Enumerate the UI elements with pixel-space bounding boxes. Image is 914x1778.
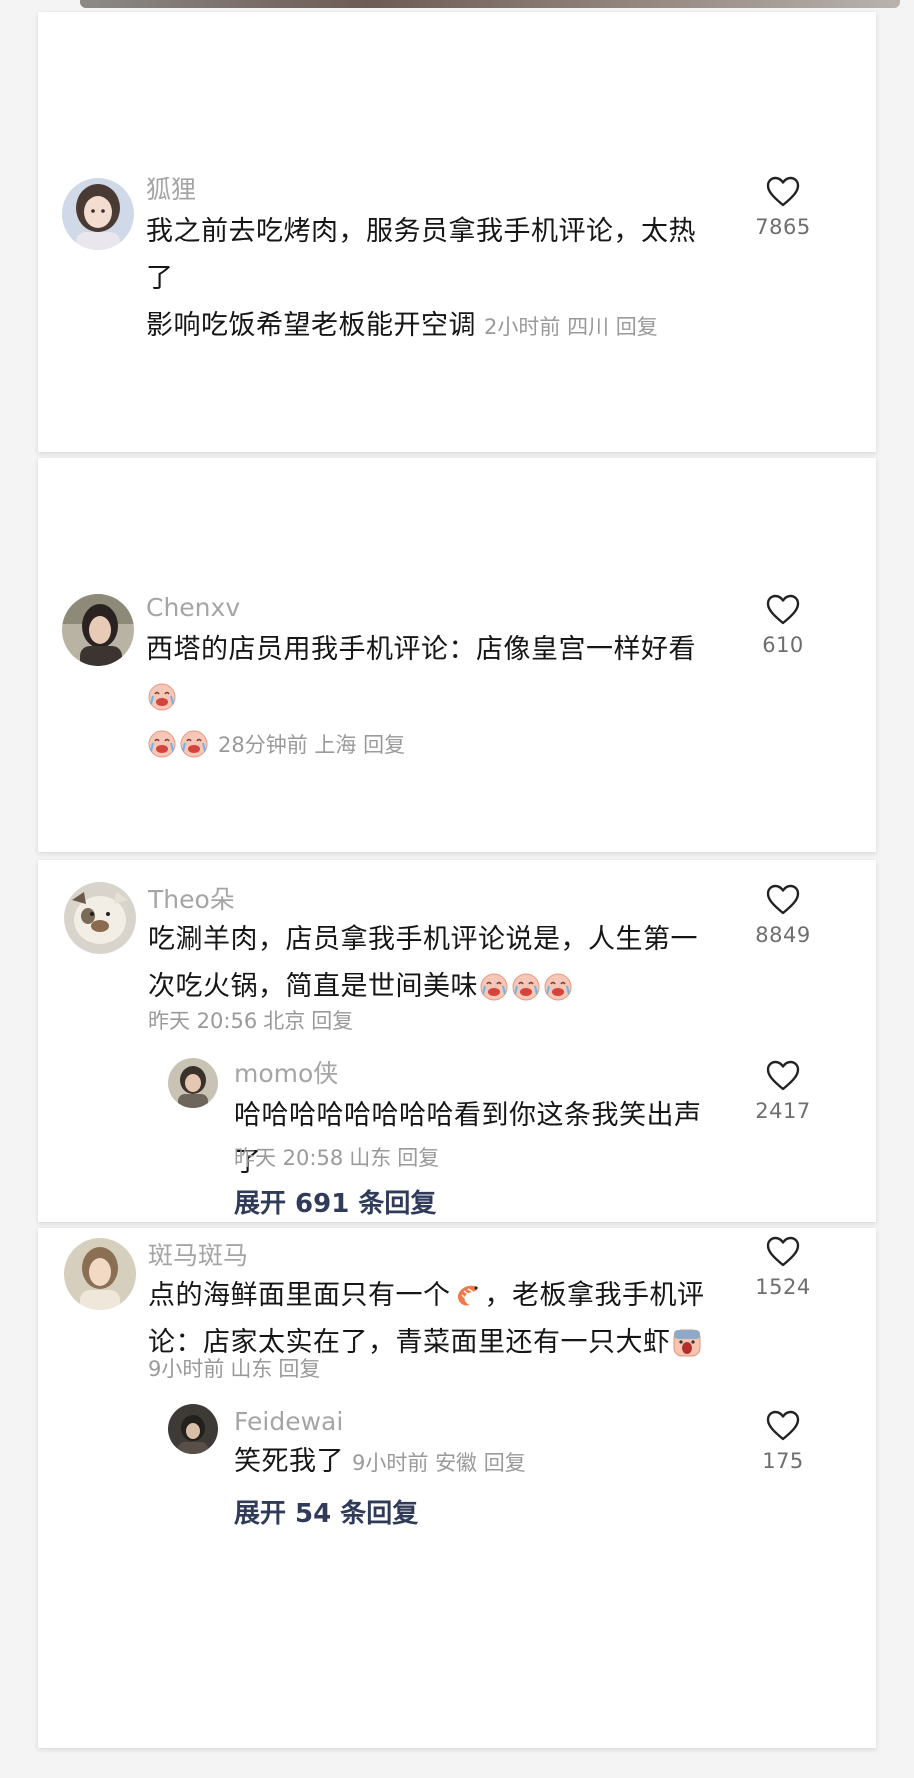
- comment-feed: 狐狸 我之前去吃烤肉，服务员拿我手机评论，太热了 影响吃饭希望老板能开空调 2小时…: [0, 0, 914, 1778]
- comment-time: 昨天 20:58: [234, 1146, 344, 1170]
- heart-icon: [766, 176, 800, 207]
- comment-text-line: 28分钟前 上海 回复: [146, 720, 726, 769]
- bulldog-avatar-icon: [64, 882, 136, 954]
- avatar[interactable]: [168, 1058, 218, 1108]
- comment-time: 2小时前: [484, 315, 561, 339]
- reply-button[interactable]: 回复: [278, 1357, 320, 1381]
- like-button[interactable]: 7865: [738, 176, 828, 241]
- previous-image-strip: [80, 0, 900, 8]
- reply-avatar-icon: [168, 1404, 218, 1454]
- comment-text-part: ，老板拿我手机评: [484, 1280, 705, 1311]
- comment-text-part: 西塔的店员用我手机评论：店像皇宫一样好看: [146, 634, 696, 665]
- crying-laugh-emoji-icon: [480, 973, 508, 1001]
- like-count: 8849: [755, 923, 811, 947]
- crying-laugh-emoji-icon: [512, 973, 540, 1001]
- shrimp-emoji-icon: [457, 1285, 478, 1306]
- comment-card: 狐狸 我之前去吃烤肉，服务员拿我手机评论，太热了 影响吃饭希望老板能开空调 2小时…: [38, 12, 876, 452]
- like-count: 2417: [755, 1099, 811, 1123]
- crying-laugh-emoji-icon: [180, 730, 208, 758]
- comment-text-line: 我之前去吃烤肉，服务员拿我手机评论，太热了: [146, 216, 696, 294]
- comment-text-line: 点的海鲜面里面只有一个 ，老板拿我手机评: [148, 1272, 728, 1319]
- username[interactable]: Chenxv: [146, 592, 240, 624]
- expand-replies-button[interactable]: 展开 691 条回复: [234, 1188, 436, 1220]
- comment-text: 西塔的店员用我手机评论：店像皇宫一样好看 28分钟前 上海 回复: [146, 626, 726, 769]
- woman-avatar-icon: [62, 594, 134, 666]
- heart-icon: [766, 884, 800, 915]
- like-count: 1524: [755, 1275, 811, 1299]
- reply-text: 笑死我了 9小时前 安徽 回复: [234, 1438, 724, 1487]
- comment-card: 斑马斑马 点的海鲜面里面只有一个 ，老板拿我手机评 论：店家太实在了，青菜面里还有…: [38, 1228, 876, 1748]
- comment-location: 四川: [567, 315, 610, 339]
- comment-text-line: 次吃火锅，简直是世间美味: [148, 963, 718, 1010]
- username[interactable]: 狐狸: [146, 174, 196, 206]
- username[interactable]: momo侠: [234, 1058, 338, 1090]
- comment-location: 上海: [314, 733, 357, 757]
- comment-text-line: 西塔的店员用我手机评论：店像皇宫一样好看: [146, 626, 726, 720]
- comment-meta: 昨天 20:56 北京 回复: [148, 1006, 359, 1036]
- like-button[interactable]: 1524: [738, 1236, 828, 1301]
- reply-button[interactable]: 回复: [363, 733, 405, 757]
- like-count: 7865: [755, 215, 811, 239]
- comment-text: 我之前去吃烤肉，服务员拿我手机评论，太热了 影响吃饭希望老板能开空调 2小时前 四…: [146, 208, 706, 351]
- username[interactable]: Theo朵: [148, 884, 235, 916]
- comment-text: 点的海鲜面里面只有一个 ，老板拿我手机评 论：店家太实在了，青菜面里还有一只大虾: [148, 1272, 728, 1366]
- like-button[interactable]: 8849: [738, 884, 828, 949]
- heart-icon: [766, 1410, 800, 1441]
- comment-card: Theo朵 吃涮羊肉，店员拿我手机评论说是，人生第一 次吃火锅，简直是世间美味 …: [38, 860, 876, 1222]
- crying-laugh-emoji-icon: [544, 973, 572, 1001]
- zebra-avatar-icon: [64, 1238, 136, 1310]
- reply-button[interactable]: 回复: [484, 1451, 526, 1475]
- like-button[interactable]: 175: [738, 1410, 828, 1475]
- reply-text-part: 笑死我了: [234, 1446, 344, 1477]
- heart-icon: [766, 1060, 800, 1091]
- shocked-emoji-icon: [673, 1329, 700, 1357]
- avatar[interactable]: [62, 178, 134, 250]
- avatar[interactable]: [62, 594, 134, 666]
- reply-button[interactable]: 回复: [311, 1009, 353, 1033]
- like-button[interactable]: 2417: [738, 1060, 828, 1125]
- crying-laugh-emoji-icon: [148, 683, 176, 711]
- comment-location: 山东: [230, 1357, 273, 1381]
- comment-text-line: 吃涮羊肉，店员拿我手机评论说是，人生第一: [148, 924, 698, 955]
- reply-button[interactable]: 回复: [397, 1146, 439, 1170]
- comment-time: 9小时前: [352, 1451, 429, 1475]
- reply-button[interactable]: 回复: [616, 315, 658, 339]
- crying-laugh-emoji-icon: [148, 730, 176, 758]
- expand-replies-button[interactable]: 展开 54 条回复: [234, 1498, 418, 1530]
- avatar[interactable]: [64, 882, 136, 954]
- comment-time: 9小时前: [148, 1357, 225, 1381]
- avatar[interactable]: [168, 1404, 218, 1454]
- comment-text-part: 影响吃饭希望老板能开空调: [146, 310, 476, 341]
- like-button[interactable]: 610: [738, 594, 828, 659]
- comment-text: 吃涮羊肉，店员拿我手机评论说是，人生第一 次吃火锅，简直是世间美味: [148, 916, 718, 1010]
- comment-text-part: 次吃火锅，简直是世间美味: [148, 971, 478, 1002]
- comment-location: 北京: [263, 1009, 306, 1033]
- username[interactable]: Feidewai: [234, 1406, 343, 1438]
- comment-location: 山东: [349, 1146, 392, 1170]
- comment-text-line: 影响吃饭希望老板能开空调 2小时前 四川 回复: [146, 302, 706, 351]
- username[interactable]: 斑马斑马: [148, 1240, 248, 1272]
- heart-icon: [766, 1236, 800, 1267]
- comment-meta: 9小时前 山东 回复: [148, 1354, 326, 1384]
- comment-text-part: 点的海鲜面里面只有一个: [148, 1280, 451, 1311]
- avatar[interactable]: [64, 1238, 136, 1310]
- comment-card: Chenxv 西塔的店员用我手机评论：店像皇宫一样好看 28分钟前 上海 回复 …: [38, 458, 876, 852]
- comment-time: 28分钟前: [218, 733, 308, 757]
- heart-icon: [766, 594, 800, 625]
- comment-meta: 昨天 20:58 山东 回复: [234, 1143, 445, 1173]
- comment-location: 安徽: [435, 1451, 478, 1475]
- comment-time: 昨天 20:56: [148, 1009, 258, 1033]
- like-count: 610: [762, 633, 804, 657]
- like-count: 175: [762, 1449, 804, 1473]
- reply-avatar-icon: [168, 1058, 218, 1108]
- girl-avatar-icon: [62, 178, 134, 250]
